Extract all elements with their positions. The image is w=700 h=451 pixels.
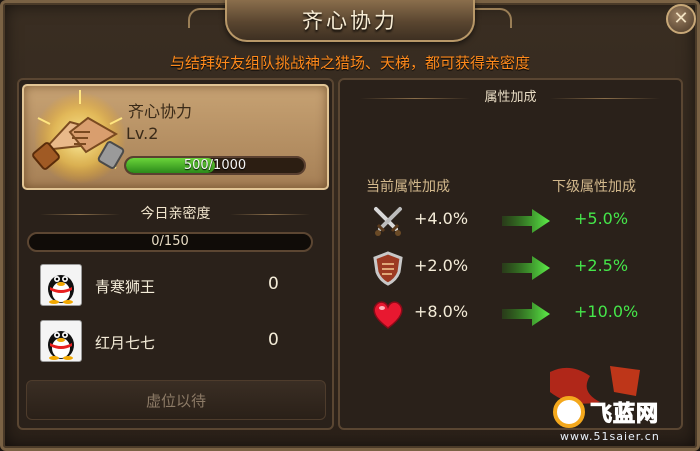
vacant-slot-button[interactable]: 虚位以待 — [26, 380, 326, 420]
attribute-row-attack: +4.0% +5.0% — [370, 203, 660, 239]
title-ornament-left — [188, 8, 228, 28]
shield-icon — [370, 250, 406, 286]
avatar — [40, 264, 82, 306]
qq-penguin-avatar — [48, 275, 74, 304]
title-ornament-right — [472, 8, 512, 28]
current-bonus-value: +4.0% — [414, 209, 469, 228]
notice-text: 与结拜好友组队挑战神之猎场、天梯，都可获得亲密度 — [169, 54, 530, 72]
skill-exp-text: 500/1000 — [183, 158, 247, 173]
attribute-bonus-heading: 属性加成 — [484, 90, 537, 105]
friend-name: 青寒狮王 — [95, 278, 156, 296]
friend-row[interactable]: 红月七七 0 — [40, 320, 300, 364]
skill-card: 齐心协力 Lv.2 500/1000 — [22, 84, 329, 190]
dialog-title: 齐心协力 — [302, 9, 398, 33]
arrow-right-icon — [502, 254, 552, 282]
watermark-url: www.51saier.cn — [560, 430, 660, 443]
watermark-text: 飞蓝网 — [589, 402, 660, 428]
friend-name: 红月七七 — [95, 334, 156, 352]
daily-affinity-heading: 今日亲密度 — [140, 206, 211, 222]
daily-affinity-bar: 0/150 — [27, 232, 313, 252]
next-bonus-value: +2.5% — [574, 256, 629, 275]
current-bonus-header: 当前属性加成 — [366, 179, 450, 195]
friend-affinity-value: 0 — [268, 274, 279, 294]
current-bonus-value: +2.0% — [414, 256, 469, 275]
daily-affinity-text: 0/150 — [151, 234, 189, 249]
friend-row[interactable]: 青寒狮王 0 — [40, 264, 300, 308]
close-button[interactable]: ✕ — [666, 4, 696, 34]
skill-exp-bar: 500/1000 — [124, 156, 306, 175]
next-bonus-value: +10.0% — [574, 302, 639, 321]
qq-penguin-avatar — [48, 331, 74, 360]
heart-icon — [370, 296, 406, 332]
attribute-row-hp: +8.0% +10.0% — [370, 296, 660, 332]
arrow-right-icon — [502, 207, 552, 235]
skill-level: Lv.2 — [126, 124, 159, 143]
next-bonus-value: +5.0% — [574, 209, 629, 228]
crossed-swords-icon — [370, 203, 406, 239]
current-bonus-value: +8.0% — [414, 302, 469, 321]
avatar — [40, 320, 82, 362]
next-bonus-header: 下级属性加成 — [552, 179, 636, 195]
attribute-row-defense: +2.0% +2.5% — [370, 250, 660, 286]
arrow-right-icon — [502, 300, 552, 328]
close-icon: ✕ — [673, 8, 689, 29]
handshake-icon — [30, 88, 130, 188]
watermark-ring-icon — [553, 396, 585, 428]
title-plate: 齐心协力 — [225, 0, 475, 42]
skill-name: 齐心协力 — [128, 102, 193, 121]
friend-affinity-value: 0 — [268, 330, 279, 350]
